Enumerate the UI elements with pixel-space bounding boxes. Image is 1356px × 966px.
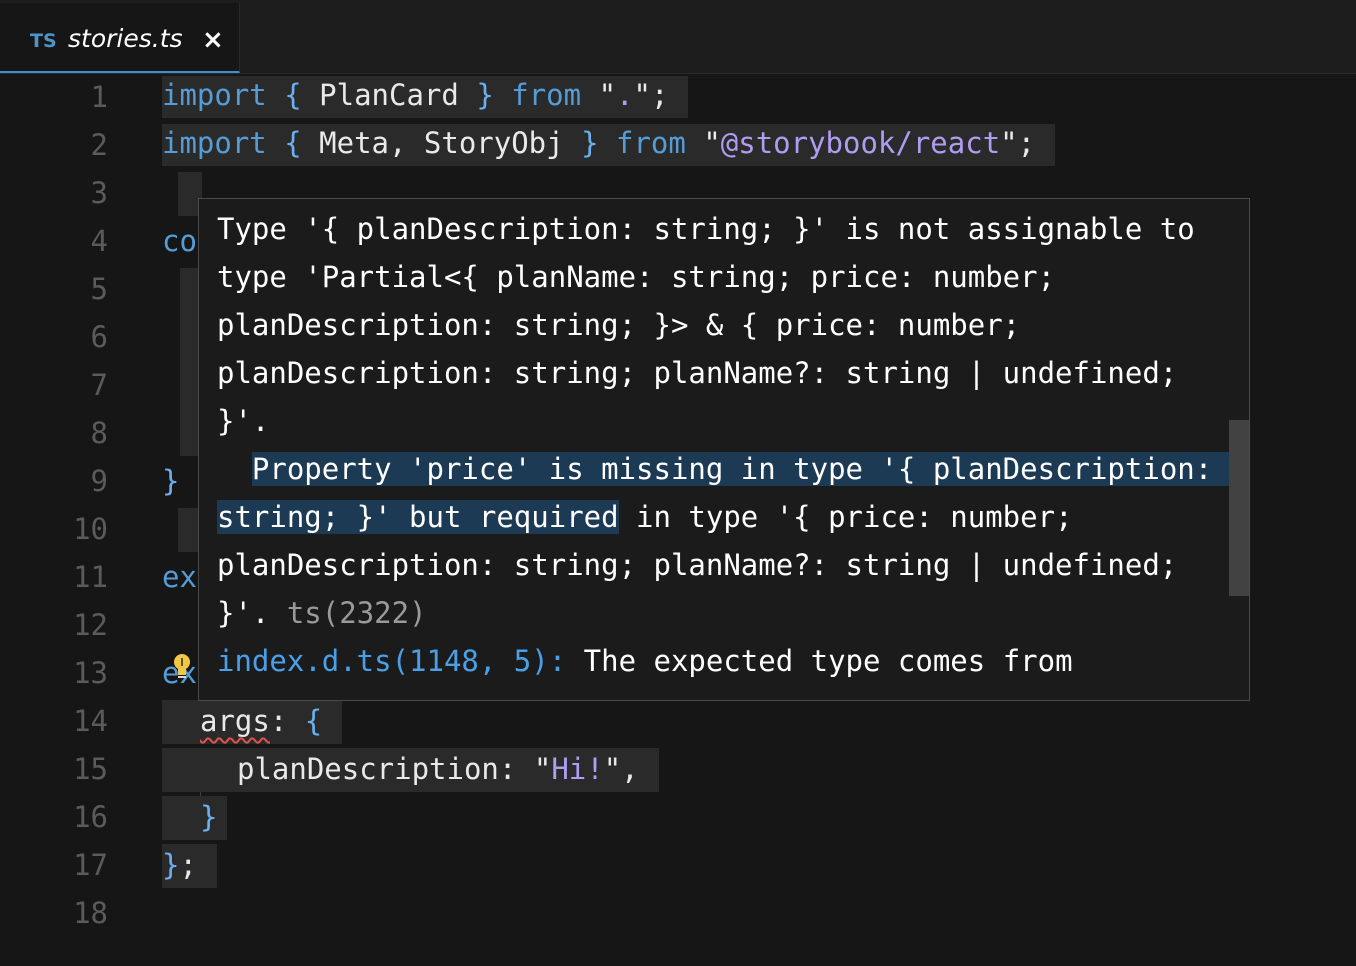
semicolon: ; [179, 848, 197, 882]
quote: " [703, 126, 721, 160]
code-line-2: import { Meta, StoryObj } from "@storybo… [162, 124, 1056, 166]
line-number: 3 [90, 176, 108, 210]
brace: } [162, 848, 180, 882]
tab-stories-ts[interactable]: TS stories.ts × [0, 3, 240, 73]
line-number: 5 [90, 272, 108, 306]
line-number: 9 [90, 464, 108, 498]
tab-bar: TS stories.ts × [0, 0, 1356, 74]
line-number: 2 [90, 128, 108, 162]
line-number: 8 [90, 416, 108, 450]
code-line-1: import { PlanCard } from "."; [162, 76, 689, 118]
code-line-4-partial: co [162, 224, 197, 258]
related-info-link[interactable]: index.d.ts(1148, 5): [217, 644, 566, 678]
brace: } [581, 126, 599, 160]
line-number: 12 [73, 608, 108, 642]
error-code: ts(2322) [269, 596, 427, 630]
brace: { [304, 704, 323, 738]
hover-message: Type '{ planDescription: string; }' is n… [217, 205, 1230, 685]
line-number: 7 [90, 368, 108, 402]
string-literal: @storybook/react [720, 126, 1001, 160]
line-number: 4 [90, 224, 108, 258]
close-icon[interactable]: × [202, 25, 224, 55]
typescript-file-icon: TS [30, 30, 57, 52]
semicolon: ; [650, 78, 669, 112]
brace: { [284, 126, 302, 160]
identifier: PlanCard [319, 78, 459, 112]
string-literal: . [616, 78, 634, 112]
args-error-squiggle[interactable]: args [200, 704, 270, 738]
code-line-14: args: { [162, 700, 343, 744]
error-message: Type '{ planDescription: string; }' is n… [217, 212, 1213, 438]
keyword-from: from [616, 126, 686, 160]
code-line-15: planDescription: "Hi!", [162, 748, 659, 792]
line-number: 10 [73, 512, 108, 546]
line-number: 11 [73, 560, 108, 594]
code-line-17: }; [162, 844, 217, 888]
related-info-text: The expected type comes from [566, 644, 1073, 678]
line-number: 14 [73, 704, 108, 738]
brace: } [476, 78, 494, 112]
code-line-11-partial: ex [162, 560, 197, 594]
hover-scrollbar[interactable] [1229, 420, 1249, 596]
line-number: 6 [90, 320, 108, 354]
quote: " [533, 752, 552, 786]
quote: " [603, 752, 622, 786]
property-key: planDescription [237, 752, 499, 786]
quote: " [1000, 126, 1018, 160]
quote: " [598, 78, 617, 112]
identifiers: Meta, StoryObj [319, 126, 564, 160]
tab-label: stories.ts [68, 24, 183, 53]
quote: " [633, 78, 651, 112]
line-number: 16 [73, 800, 108, 834]
lightbulb-icon[interactable] [171, 652, 193, 680]
string-literal: Hi! [551, 752, 604, 786]
line-highlight [180, 268, 200, 456]
comma: , [621, 752, 639, 786]
colon: : [498, 752, 517, 786]
line-number: 18 [73, 896, 108, 930]
line-number: 17 [73, 848, 108, 882]
keyword-from: from [511, 78, 582, 112]
error-hover-popup[interactable]: Type '{ planDescription: string; }' is n… [198, 198, 1250, 701]
line-number: 1 [90, 80, 108, 114]
brace: { [284, 78, 302, 112]
keyword-import: import [162, 78, 267, 112]
line-number: 15 [73, 752, 108, 786]
code-line-16: } [162, 796, 228, 840]
line-number: 13 [73, 656, 108, 690]
code-line-9: } [162, 464, 180, 498]
keyword-import: import [162, 126, 267, 160]
colon: : [269, 704, 288, 738]
semicolon: ; [1017, 126, 1036, 160]
